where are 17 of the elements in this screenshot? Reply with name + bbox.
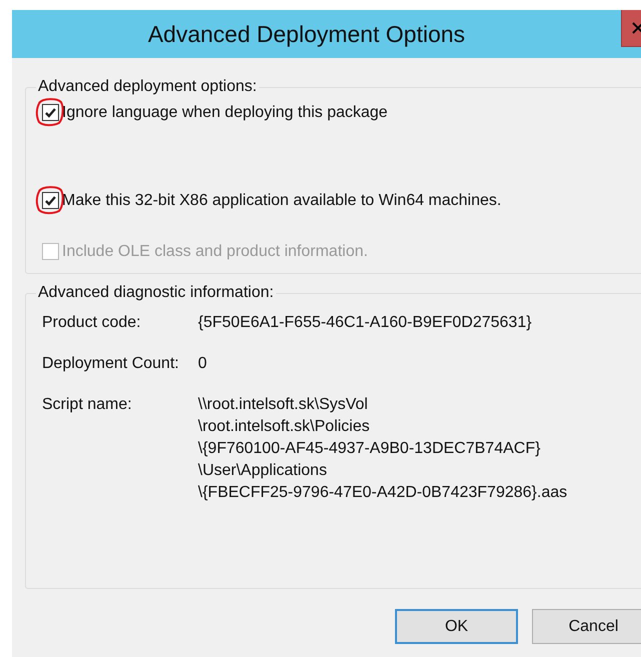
- close-icon: [632, 22, 641, 34]
- field-label: Product code:: [42, 313, 142, 333]
- field-value: \\root.intelsoft.sk\SysVol \root.intelsoft.sk\Policies \{9F760100-AF45-4937-A9B0-13DEC7B74ACF} \User\Applications \{FBECFF25-9796-47E0-A42D-0B7423F79286}.aas: [198, 395, 568, 503]
- dialog-button[interactable]: Cancel: [532, 609, 641, 644]
- checkbox[interactable]: [42, 104, 59, 121]
- checkbox[interactable]: [42, 192, 59, 209]
- option-label: Ignore language when deploying this package: [62, 104, 388, 122]
- option-label: Include OLE class and product information.: [62, 243, 368, 261]
- group-heading: Advanced deployment options:: [37, 78, 258, 96]
- field-label: Script name:: [42, 395, 133, 415]
- group-heading: Advanced diagnostic information:: [37, 284, 275, 302]
- window-title: Advanced Deployment Options: [148, 20, 466, 48]
- dialog-button[interactable]: OK: [395, 609, 518, 644]
- option-label: Make this 32-bit X86 application available to Win64 machines.: [62, 192, 502, 210]
- field-value: {5F50E6A1-F655-46C1-A160-B9EF0D275631}: [198, 313, 532, 333]
- field-label: Deployment Count:: [42, 354, 180, 374]
- field-value: 0: [198, 354, 207, 374]
